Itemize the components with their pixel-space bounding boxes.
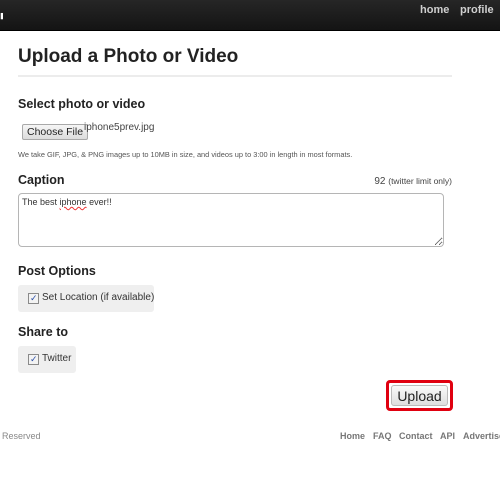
upload-button[interactable]: Upload — [391, 385, 448, 406]
page-title: Upload a Photo or Video — [18, 46, 239, 67]
caption-label: Caption — [18, 173, 65, 187]
upload-format-hint: We take GIF, JPG, & PNG images up to 10M… — [18, 150, 353, 159]
upload-highlight-box: Upload — [386, 380, 453, 411]
limit-note: (twitter limit only) — [388, 176, 452, 186]
set-location-label: Set Location (if available) — [42, 292, 155, 303]
footer-link-home[interactable]: Home — [340, 431, 365, 441]
set-location-option[interactable]: ✓ Set Location (if available) — [18, 285, 154, 312]
selected-file-name: iphone5prev.jpg — [84, 122, 155, 133]
share-twitter-option[interactable]: ✓ Twitter — [18, 346, 76, 373]
footer-copyright: Reserved — [2, 431, 41, 441]
top-navbar: ■ home profile — [0, 0, 500, 31]
caption-textarea[interactable] — [18, 193, 444, 247]
checkmark-icon: ✓ — [30, 293, 38, 303]
share-to-label: Share to — [18, 325, 69, 339]
footer-link-api[interactable]: API — [440, 431, 455, 441]
brand-logo-fragment[interactable]: ■ — [0, 8, 3, 21]
checkmark-icon: ✓ — [30, 354, 38, 364]
post-options-label: Post Options — [18, 264, 96, 278]
twitter-checkbox[interactable]: ✓ — [28, 354, 39, 365]
title-divider — [18, 75, 452, 77]
nav-link-home[interactable]: home — [420, 4, 449, 16]
character-count: 92 (twitter limit only) — [374, 176, 452, 187]
select-media-label: Select photo or video — [18, 97, 146, 111]
remaining-characters: 92 — [374, 176, 386, 187]
twitter-label: Twitter — [42, 353, 72, 364]
nav-link-profile[interactable]: profile — [460, 4, 494, 16]
footer-link-contact[interactable]: Contact — [399, 431, 433, 441]
footer-link-faq[interactable]: FAQ — [373, 431, 392, 441]
footer-link-advertise[interactable]: Advertise — [463, 431, 500, 441]
set-location-checkbox[interactable]: ✓ — [28, 293, 39, 304]
choose-file-button[interactable]: Choose File — [22, 124, 89, 140]
